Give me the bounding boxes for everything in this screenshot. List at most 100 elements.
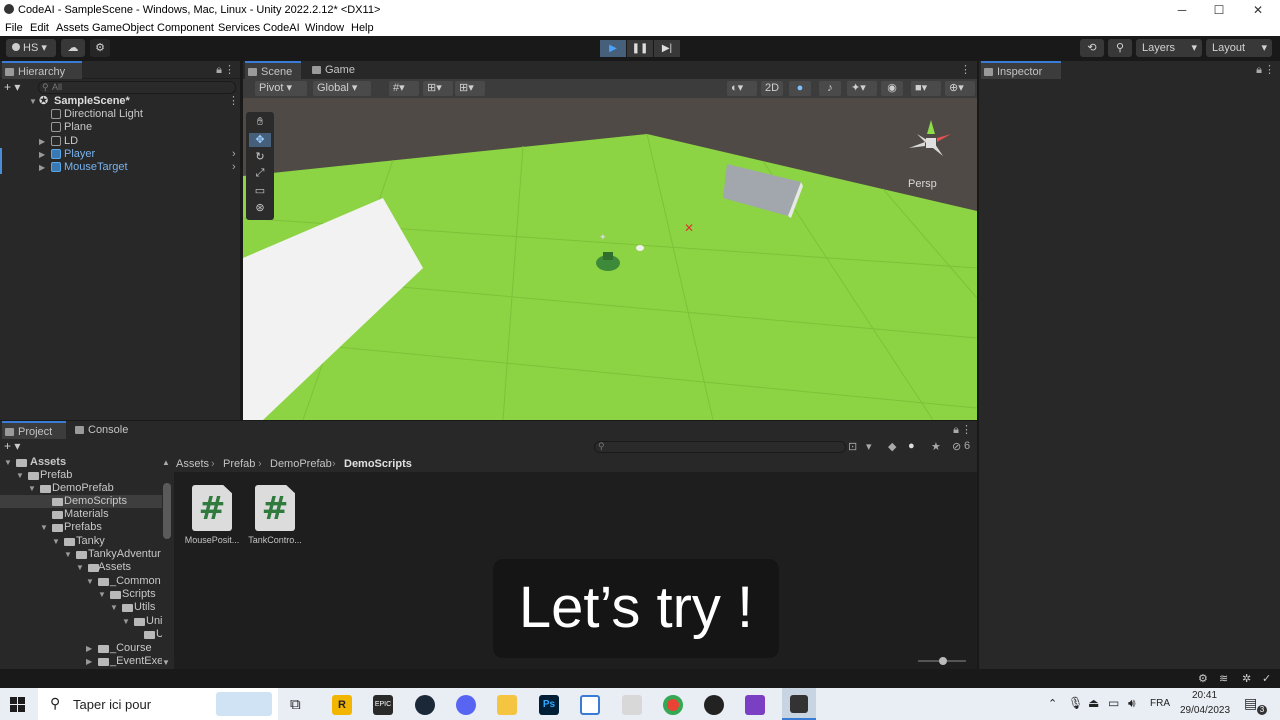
add-button[interactable]: + ▾ [4,80,20,94]
pause-button[interactable]: ❚❚ [627,40,653,57]
volume-icon[interactable]: 🔊︎ [1128,696,1136,711]
menu-codeai[interactable]: CodeAI [263,22,300,34]
open-prefab-icon[interactable]: › [232,161,236,174]
visual-studio-icon[interactable] [745,695,765,715]
chrome-icon[interactable] [663,695,683,715]
tab-inspector[interactable]: Inspector [981,61,1061,79]
bug-icon[interactable]: ✲ [1242,672,1251,685]
photoshop-icon[interactable]: Ps [539,695,559,715]
menu-assets[interactable]: Assets [56,22,89,34]
clock-date[interactable]: 29/04/2023 [1180,705,1230,716]
hand-tool-icon[interactable]: ✋︎ [249,116,271,130]
toggle-2d-button[interactable]: 2D [761,81,783,96]
tree-item[interactable]: ▼ TankyAdventur [0,548,162,561]
language-indicator[interactable]: FRA [1150,698,1170,709]
layers-dropdown[interactable]: Layers ▾ [1136,39,1202,57]
lighting-icon[interactable]: ● [789,81,811,96]
move-tool-icon[interactable]: ✥ [249,133,271,147]
tab-game[interactable]: Game [309,61,369,79]
tree-item[interactable]: ▼ Utils [0,601,162,614]
pivot-dropdown[interactable]: Pivot ▾ [255,81,307,96]
tab-hierarchy[interactable]: Hierarchy [2,61,82,79]
breadcrumb-demoprefab[interactable]: DemoPrefab [270,458,332,470]
projection-label[interactable]: Persp [908,178,937,190]
scene-menu-icon[interactable]: ⋮ [228,95,239,108]
effects-icon[interactable]: ✦▾ [847,81,877,96]
taskbar-search-box[interactable]: ⚲ Taper ici pour [38,688,278,720]
tree-item[interactable]: Materials [0,508,162,521]
search-icon[interactable]: ⚲ [1108,39,1132,57]
asset-script[interactable]: # MousePosit... [181,485,243,545]
search-by-label-icon[interactable]: ▾ [866,440,872,453]
tray-expand-icon[interactable]: ⌃ [1048,697,1057,710]
tree-item[interactable]: ▼ DemoPrefab [0,482,162,495]
snap-increment-icon[interactable]: ⊞▾ [423,81,453,96]
lock-icon[interactable]: 🔒︎ [216,64,222,77]
search-by-type-icon[interactable]: ⊡ [848,440,857,453]
unity-editor-taskbar-icon[interactable] [782,688,816,720]
tree-item[interactable]: ▼ Uni [0,615,162,628]
kebab-menu-icon[interactable]: ⋮ [224,63,235,76]
play-button[interactable]: ▶ [600,40,626,57]
kebab-menu-icon[interactable]: ⋮ [960,63,971,76]
layers-stack-icon[interactable]: ≋ [1219,672,1228,685]
menu-component[interactable]: Component [157,22,214,34]
network-icon[interactable]: ▭ [1108,696,1119,710]
layout-dropdown[interactable]: Layout ▾ [1206,39,1272,57]
scene-row[interactable]: ▼ ✪ SampleScene* ⋮ [0,95,240,108]
scroll-down-icon[interactable]: ▼ [162,658,170,667]
tree-item[interactable]: ▼ Prefab [0,469,162,482]
hierarchy-item[interactable]: ▶ LD [0,135,240,148]
kebab-menu-icon[interactable]: ⋮ [961,423,972,436]
debug-icon[interactable]: ⚙ [1198,672,1208,685]
hierarchy-item[interactable]: Directional Light [0,108,240,121]
cloud-icon[interactable]: ☁ [61,39,85,57]
transform-tool-icon[interactable]: ⊛ [249,201,271,215]
rotate-tool-icon[interactable]: ↻ [249,150,271,164]
app-window-icon[interactable] [580,695,600,715]
hierarchy-item[interactable]: Plane [0,121,240,134]
label-icon[interactable]: ◆ [888,440,896,453]
open-prefab-icon[interactable]: › [232,148,236,161]
zoom-slider[interactable] [918,657,966,665]
microphone-icon[interactable]: 🎙︎ [1068,696,1083,710]
obs-icon[interactable] [704,695,724,715]
hierarchy-item-prefab[interactable]: ▶ MouseTarget › [0,161,240,174]
menu-file[interactable]: File [5,22,23,34]
notification-icon[interactable]: ▤ [1244,695,1257,712]
menu-window[interactable]: Window [305,22,344,34]
expand-arrow-icon[interactable]: ▶ [39,161,45,174]
tree-item[interactable]: ▶ _EventExer [0,655,162,668]
menu-edit[interactable]: Edit [30,22,49,34]
clock-time[interactable]: 20:41 [1192,690,1217,701]
discord-icon[interactable] [456,695,476,715]
menu-help[interactable]: Help [351,22,374,34]
breadcrumb-assets[interactable]: Assets [176,458,209,470]
create-button[interactable]: + ▾ [4,439,20,453]
lock-icon[interactable]: 🔒︎ [1256,64,1262,77]
rect-tool-icon[interactable]: ▭ [249,184,271,198]
tree-item[interactable]: ▼ Assets [0,561,162,574]
breadcrumb-demoscripts[interactable]: DemoScripts [344,458,412,470]
audio-icon[interactable]: ♪ [819,81,841,96]
step-button[interactable]: ▶| [654,40,680,57]
orientation-gizmo[interactable] [903,112,959,168]
tree-item[interactable]: ▼ Assets [0,456,162,469]
hierarchy-item-prefab[interactable]: ▶ Player › [0,148,240,161]
kebab-menu-icon[interactable]: ⋮ [1264,63,1275,76]
grid-snap-icon[interactable]: #▾ [389,81,419,96]
hidden-objects-icon[interactable]: ◉ [881,81,903,96]
expand-arrow-icon[interactable]: ▶ [39,148,45,161]
tree-item[interactable]: ▼ Scripts [0,588,162,601]
account-button[interactable]: HS ▾ [6,39,56,57]
hidden-packages-icon[interactable]: ⊘ [952,440,961,453]
asset-script[interactable]: # TankContro... [244,485,306,545]
tab-scene[interactable]: Scene [245,61,301,79]
hierarchy-search-input[interactable]: ⚲ All [38,81,236,94]
tree-item[interactable]: ▶ _Course [0,642,162,655]
tab-project[interactable]: Project [2,421,66,439]
tree-item[interactable]: U [0,628,162,641]
unity-hub-icon[interactable] [622,695,642,715]
epic-games-icon[interactable]: EPIC [373,695,393,715]
scroll-up-icon[interactable]: ▲ [162,458,170,467]
